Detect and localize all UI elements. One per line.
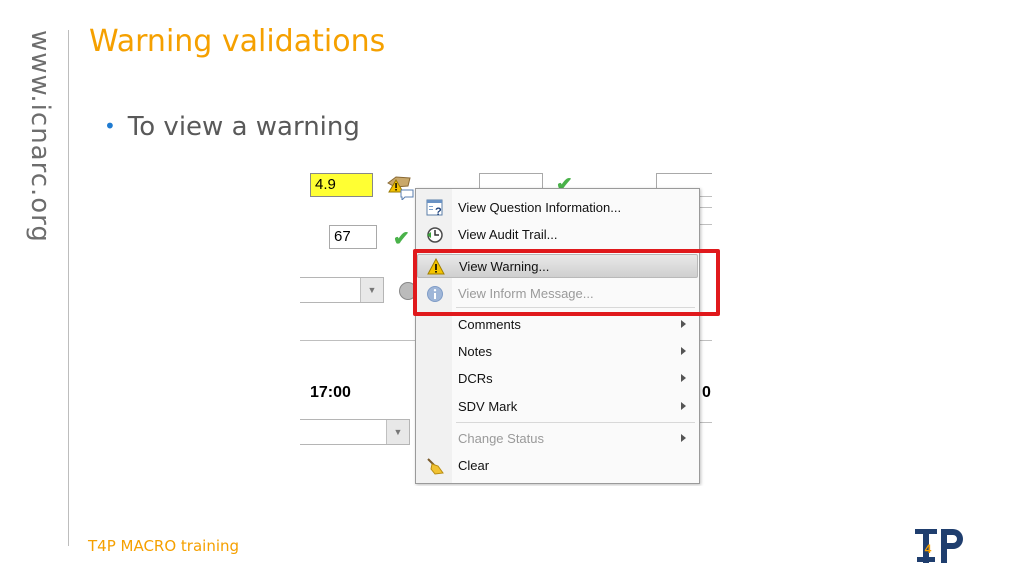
menu-item-change-status[interactable]: Change Status	[417, 427, 698, 451]
chevron-down-icon[interactable]: ▼	[360, 278, 383, 302]
bullet-point: • To view a warning	[104, 112, 360, 142]
divider	[700, 224, 712, 225]
menu-item-label: Clear	[458, 458, 490, 473]
footer-text: T4P MACRO training	[88, 537, 240, 555]
warning-value-field[interactable]: 4.9	[310, 173, 373, 197]
select-field[interactable]: ▼	[300, 419, 410, 445]
menu-item-view-audit-trail[interactable]: View Audit Trail...	[417, 223, 698, 247]
slide-title: Warning validations	[89, 24, 386, 59]
menu-item-label: Notes	[458, 344, 492, 359]
svg-text:?: ?	[435, 206, 442, 217]
t4p-logo: 4	[913, 527, 967, 565]
menu-item-clear[interactable]: Clear	[417, 454, 698, 478]
select-field[interactable]: ▼	[300, 277, 384, 303]
menu-item-view-question-information[interactable]: ? View Question Information...	[417, 196, 698, 220]
submenu-arrow-icon	[681, 320, 686, 328]
menu-item-label: View Question Information...	[458, 200, 622, 215]
vertical-divider	[68, 30, 69, 546]
chevron-down-icon[interactable]: ▼	[386, 420, 409, 444]
menu-item-label: DCRs	[458, 371, 493, 386]
divider	[300, 340, 415, 341]
menu-item-dcrs[interactable]: DCRs	[417, 367, 698, 391]
menu-separator	[456, 422, 695, 423]
highlight-box	[413, 249, 720, 316]
numeric-field[interactable]: 67	[329, 225, 377, 249]
svg-text:4: 4	[925, 542, 932, 556]
divider	[700, 196, 712, 197]
time-label-partial: 0	[702, 384, 711, 401]
time-label: 17:00	[310, 384, 351, 401]
menu-item-label: View Audit Trail...	[458, 227, 558, 242]
question-info-icon: ?	[426, 199, 443, 217]
menu-item-label: SDV Mark	[458, 399, 518, 414]
site-url-text: www.icnarc.org	[25, 30, 55, 243]
divider	[700, 340, 712, 341]
app-screenshot: 4.9 ✔ 67 ✔ ▼ 17:00 0 ▼ ? View Question I…	[300, 164, 712, 486]
site-url-vertical: www.icnarc.org	[21, 30, 57, 250]
bullet-dot-icon: •	[104, 114, 116, 138]
broom-icon	[427, 458, 444, 475]
submenu-arrow-icon	[681, 434, 686, 442]
audit-trail-icon	[427, 227, 443, 243]
submenu-arrow-icon	[681, 347, 686, 355]
bullet-text: To view a warning	[127, 112, 360, 142]
context-menu: ? View Question Information... View Audi…	[415, 188, 700, 484]
valid-check-icon: ✔	[393, 228, 410, 250]
menu-item-label: Change Status	[458, 431, 545, 446]
warning-flag-icon[interactable]	[386, 174, 416, 202]
menu-item-label: Comments	[458, 317, 521, 332]
submenu-arrow-icon	[681, 374, 686, 382]
submenu-arrow-icon	[681, 402, 686, 410]
divider	[700, 422, 712, 423]
menu-item-comments[interactable]: Comments	[417, 313, 698, 337]
menu-item-sdv-mark[interactable]: SDV Mark	[417, 395, 698, 419]
menu-item-notes[interactable]: Notes	[417, 340, 698, 364]
